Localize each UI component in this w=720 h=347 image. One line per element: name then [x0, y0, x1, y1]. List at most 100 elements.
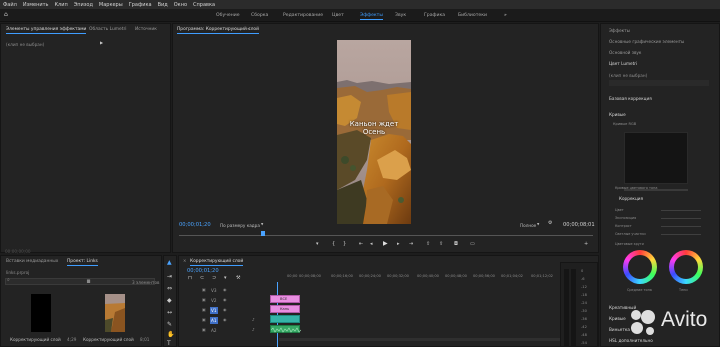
time-ruler[interactable]: 00;00 00;00;08;00 00;00;16;00 00;00;24;0…	[279, 272, 597, 282]
menu-icon[interactable]: ≡	[247, 27, 250, 31]
export-frame-icon[interactable]: ◘	[454, 242, 458, 247]
panel-item-effects[interactable]: Эффекты	[609, 28, 630, 33]
tab-lumetri-scopes[interactable]: Область Lumetri	[89, 27, 127, 32]
workspace-tab-color[interactable]: Цвет	[332, 13, 344, 18]
selection-tool-icon[interactable]: ▲	[167, 260, 172, 266]
workspace-tab-effects[interactable]: Эффекты	[360, 13, 383, 20]
tab-source[interactable]: Источник	[135, 27, 157, 32]
menu-view[interactable]: Вид	[158, 2, 168, 8]
mark-in-icon[interactable]: {	[332, 242, 335, 247]
step-forward-icon[interactable]: ▸	[397, 242, 400, 247]
workspace-tab-learning[interactable]: Обучение	[216, 13, 240, 18]
slip-tool-icon[interactable]: ↔	[167, 310, 172, 316]
menu-clip[interactable]: Клип	[54, 2, 67, 8]
linked-selection-icon[interactable]: ⊃	[212, 276, 216, 281]
section-basic-correction[interactable]: Базовая коррекция	[609, 96, 652, 101]
add-marker-icon[interactable]: ▾	[224, 276, 227, 281]
track-label-v1[interactable]: V1	[211, 308, 217, 313]
step-back-icon[interactable]: ◂	[370, 242, 373, 247]
clip-adjustment-layer[interactable]	[270, 315, 300, 323]
menu-help[interactable]: Справка	[193, 2, 215, 8]
add-marker-icon[interactable]: ▾	[316, 242, 319, 247]
playhead-scrubber[interactable]	[179, 235, 593, 236]
workspace-tab-audio[interactable]: Звук	[395, 13, 406, 18]
lock-icon[interactable]: ▣	[202, 318, 206, 322]
track-label-a2[interactable]: A2	[211, 328, 217, 333]
workspace-tab-assembly[interactable]: Сборка	[251, 13, 268, 18]
track-label-a1[interactable]: A1	[211, 318, 217, 323]
new-bin-icon[interactable]: ▆	[87, 279, 90, 283]
menu-markers[interactable]: Маркеры	[99, 2, 123, 8]
add-button-icon[interactable]: +	[584, 242, 588, 247]
nest-icon[interactable]: ⊂	[200, 276, 204, 281]
section-curves-2[interactable]: Кривые	[609, 316, 626, 321]
slider-contrast[interactable]	[661, 226, 701, 227]
close-icon[interactable]: ×	[183, 259, 186, 263]
curves-graph[interactable]	[624, 132, 688, 184]
project-thumbnail-adjustment[interactable]	[31, 294, 51, 332]
workspace-tab-graphics[interactable]: Графика	[424, 13, 445, 18]
comparison-view-icon[interactable]: ▭	[470, 242, 475, 247]
pen-tool-icon[interactable]: ✎	[167, 322, 172, 328]
wrench-icon[interactable]: ⚒	[236, 276, 240, 281]
razor-tool-icon[interactable]: ◆	[167, 298, 172, 304]
workspaces-more-button[interactable]: »	[504, 13, 507, 18]
workspace-tab-libraries[interactable]: Библиотеки	[458, 13, 487, 18]
workspace-tab-editing[interactable]: Редактирование	[283, 13, 323, 18]
lumetri-clip-select[interactable]	[609, 80, 709, 86]
menu-graphics[interactable]: Графика	[129, 2, 152, 8]
color-wheel-shadows[interactable]	[669, 250, 703, 284]
timeline-sequence-tab[interactable]: Корректирующий слой	[190, 259, 244, 266]
microphone-icon[interactable]: ♪	[252, 318, 255, 322]
program-current-timecode[interactable]: 00;00;01;20	[179, 222, 211, 228]
snap-icon[interactable]: ⊓	[188, 276, 192, 281]
ripple-edit-tool-icon[interactable]: ⇔	[167, 286, 172, 292]
panel-item-lumetri-color[interactable]: Цвет Lumetri	[609, 61, 637, 66]
timeline-timecode[interactable]: 00;00;01;20	[187, 268, 219, 274]
dropdown-arrow-icon[interactable]: ▼	[537, 223, 539, 226]
section-color-correction[interactable]: Коррекция	[619, 196, 643, 201]
panel-item-essential-graphics[interactable]: Основные графические элементы	[609, 39, 684, 44]
track-label-v2[interactable]: V2	[211, 298, 217, 303]
playback-quality-select[interactable]: Полное	[520, 223, 536, 228]
home-icon[interactable]: ⌂	[4, 12, 8, 18]
eye-icon[interactable]: ◉	[223, 288, 227, 292]
tab-effect-controls[interactable]: Элементы управления эффектами	[6, 27, 87, 34]
menu-icon[interactable]: ≡	[240, 259, 243, 263]
menu-sequence[interactable]: Эпизод	[74, 2, 93, 8]
menu-edit[interactable]: Изменить	[23, 2, 49, 8]
lock-icon[interactable]: ▣	[202, 308, 206, 312]
color-wheel-midtones[interactable]	[623, 250, 657, 284]
tab-project[interactable]: Проект: Links	[67, 259, 98, 266]
wrench-icon[interactable]: ⚙	[548, 221, 552, 226]
slider-color[interactable]	[661, 210, 701, 211]
type-tool-icon[interactable]: T	[167, 341, 171, 347]
mark-out-icon[interactable]: }	[343, 242, 346, 247]
slider-highlights[interactable]	[661, 234, 701, 235]
playhead-marker[interactable]	[261, 231, 265, 236]
extract-icon[interactable]: ⇪	[439, 242, 443, 247]
section-curves[interactable]: Кривые	[609, 112, 626, 117]
clip-audio[interactable]	[270, 325, 302, 333]
microphone-icon[interactable]: ♪	[252, 328, 255, 332]
clip-canyon[interactable]: Кань	[270, 305, 300, 313]
chevron-right-icon[interactable]: ▶	[100, 41, 103, 45]
panel-item-essential-sound[interactable]: Основной звук	[609, 50, 641, 55]
project-thumbnail-canyon[interactable]	[105, 294, 125, 332]
play-icon[interactable]: ▶	[383, 241, 388, 247]
lock-icon[interactable]: ▣	[202, 328, 206, 332]
clip-text-graphics[interactable]: ВСЕ	[270, 295, 300, 303]
eye-icon[interactable]: ◉	[223, 298, 227, 302]
hand-tool-icon[interactable]: ✋	[167, 332, 174, 338]
lift-icon[interactable]: ⇧	[426, 242, 430, 247]
menu-file[interactable]: Файл	[3, 2, 17, 8]
eye-icon[interactable]: ◉	[223, 318, 227, 322]
track-select-tool-icon[interactable]: ⇥	[167, 274, 172, 280]
tab-media-insert[interactable]: Вставки медиаданных	[6, 259, 58, 264]
go-to-in-icon[interactable]: ⇤	[359, 242, 363, 247]
lock-icon[interactable]: ▣	[202, 288, 206, 292]
section-vignette[interactable]: Виньетка	[609, 327, 630, 332]
dropdown-arrow-icon[interactable]: ▼	[261, 223, 263, 226]
eye-icon[interactable]: ◉	[223, 308, 227, 312]
track-label-v3[interactable]: V3	[211, 288, 217, 293]
